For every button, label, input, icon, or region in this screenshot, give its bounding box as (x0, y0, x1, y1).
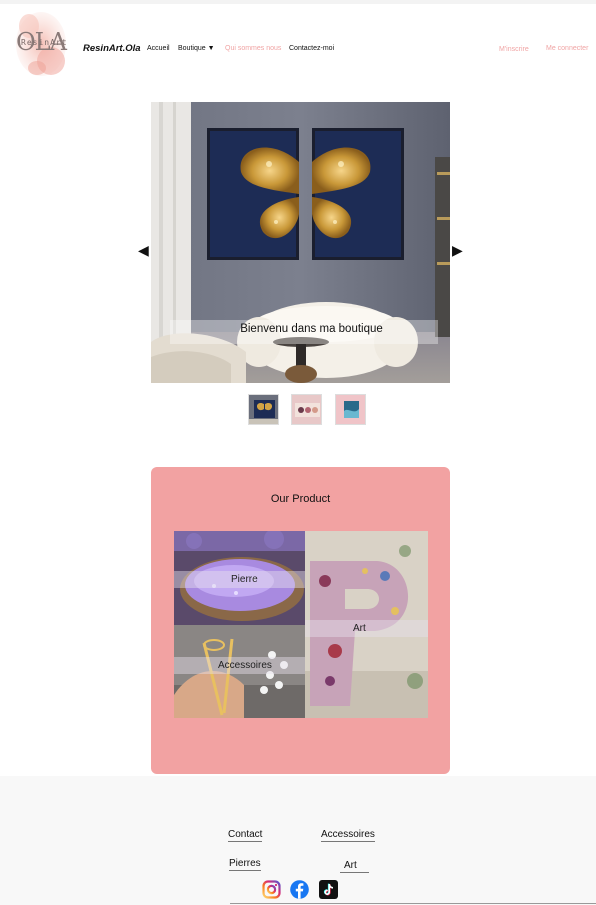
signup-link[interactable]: M'inscrire (499, 46, 529, 53)
prev-slide-arrow[interactable]: ◀ (138, 243, 149, 257)
footer-link-accessoires[interactable]: Accessoires (321, 829, 375, 842)
nav-accueil[interactable]: Accueil (147, 45, 170, 52)
tile-label-art: Art (353, 623, 366, 634)
thumbnail-3[interactable] (335, 394, 366, 425)
nav-boutique[interactable]: Boutique ▼ (178, 45, 215, 52)
logo-subtext: ResinArt (21, 38, 68, 47)
next-slide-arrow[interactable]: ▶ (452, 243, 463, 257)
tile-label-pierre: Pierre (231, 574, 258, 585)
footer-link-contact[interactable]: Contact (228, 829, 263, 842)
login-link[interactable]: Me connecter (546, 45, 588, 52)
top-strip (0, 0, 596, 4)
nav-boutique-label: Boutique (178, 45, 206, 52)
brand-name[interactable]: ResinArt.Ola (83, 43, 141, 54)
caret-down-icon: ▼ (207, 45, 215, 52)
instagram-icon[interactable] (262, 880, 281, 899)
tile-label-accessoires: Accessoires (218, 660, 272, 671)
slide-caption: Bienvenu dans ma boutique (240, 323, 383, 335)
facebook-icon[interactable] (290, 880, 309, 899)
logo[interactable]: OLA ResinArt (15, 6, 72, 80)
thumbnail-1[interactable] (248, 394, 279, 425)
product-section-title: Our Product (270, 493, 331, 505)
footer-bottom-line (230, 903, 596, 904)
nav-contactez-moi[interactable]: Contactez-moi (289, 45, 334, 52)
nav-qui-sommes-nous[interactable]: Qui sommes nous (225, 45, 281, 52)
tiktok-icon[interactable] (319, 880, 338, 899)
thumbnail-2[interactable] (291, 394, 322, 425)
footer-link-art[interactable]: Art (340, 860, 369, 873)
footer-link-pierres[interactable]: Pierres (229, 858, 261, 871)
art-label-band (305, 620, 428, 637)
